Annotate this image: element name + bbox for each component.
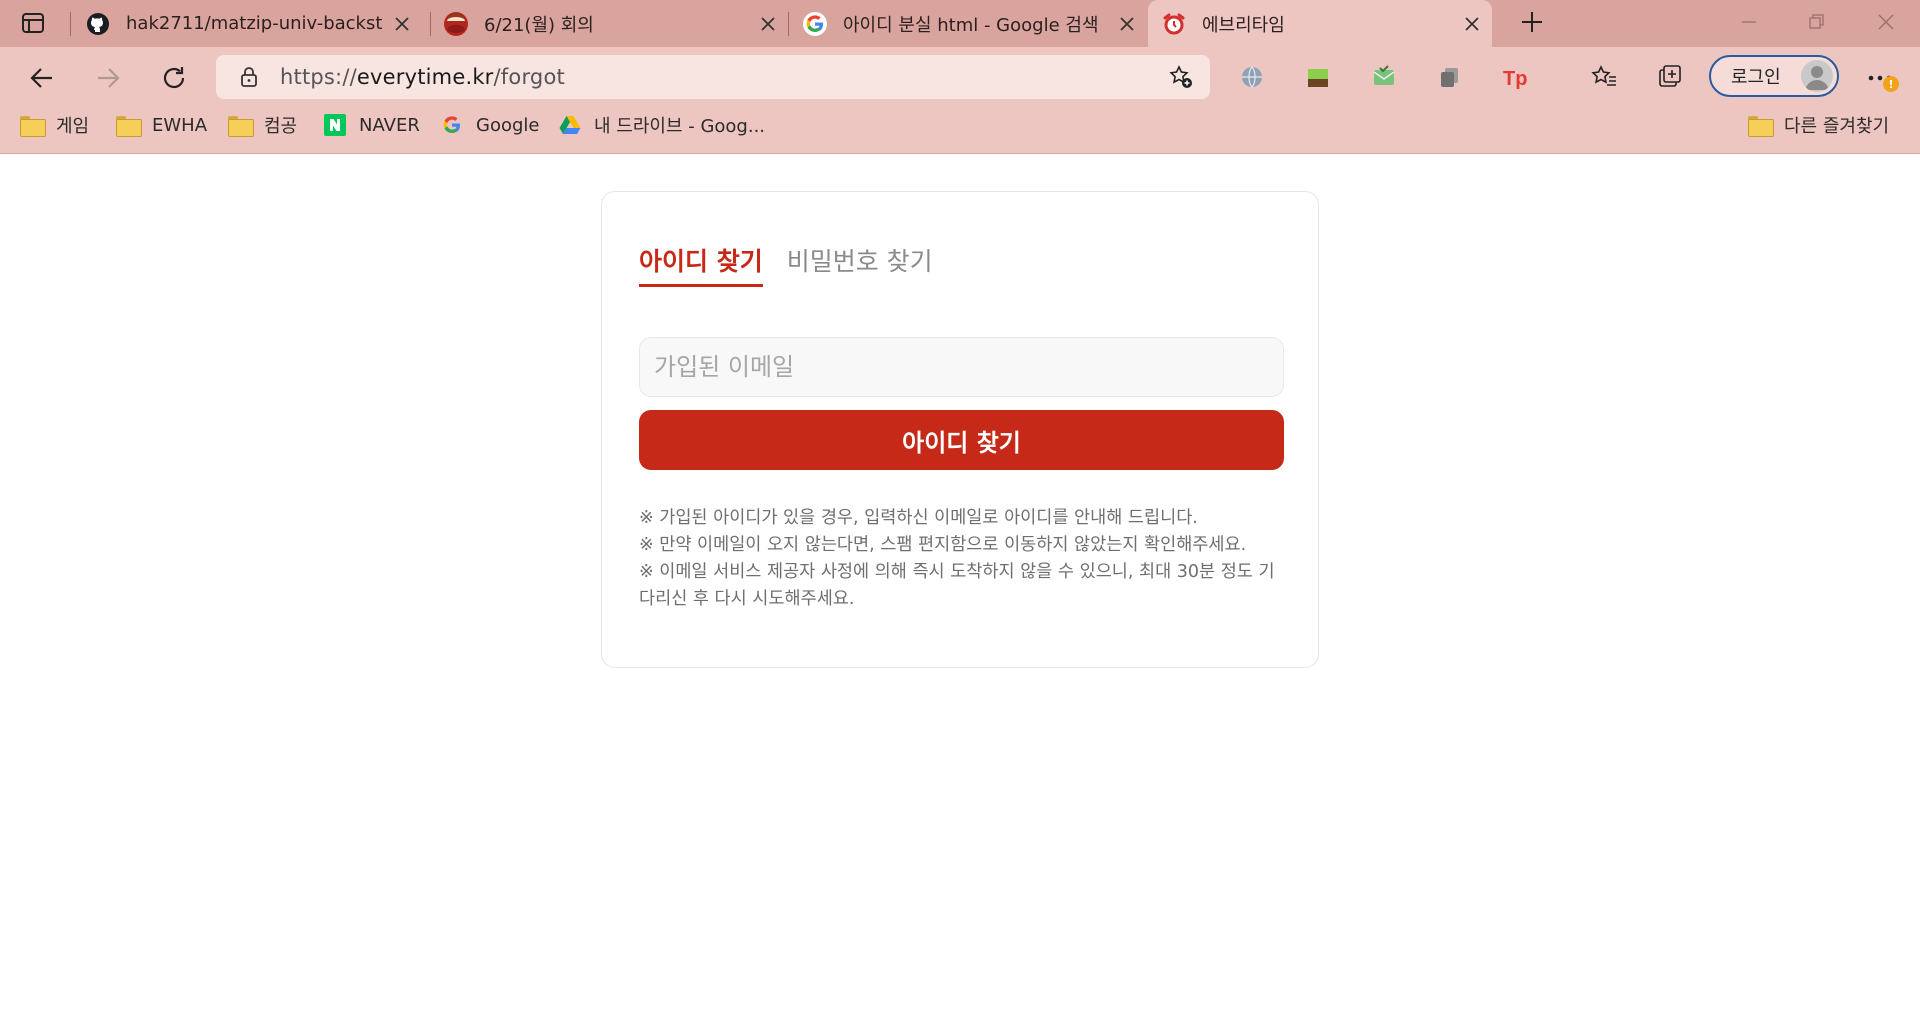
bookmark-label: EWHA xyxy=(152,114,208,136)
close-icon[interactable] xyxy=(758,14,778,34)
forgot-tabs: 아이디 찾기 비밀번호 찾기 xyxy=(639,242,957,287)
close-icon[interactable] xyxy=(1462,14,1482,34)
github-icon xyxy=(86,12,110,36)
bookmark-game[interactable]: 게임 xyxy=(20,112,89,138)
folder-icon xyxy=(1748,114,1774,137)
find-id-button[interactable]: 아이디 찾기 xyxy=(639,410,1284,470)
notice-text: ※ 가입된 아이디가 있을 경우, 입력하신 이메일로 아이디를 안내해 드립니… xyxy=(639,505,1289,613)
bookmark-google[interactable]: Google xyxy=(440,112,539,138)
notice-line: ※ 이메일 서비스 제공자 사정에 의해 즉시 도착하지 않을 수 있으니, 최… xyxy=(639,562,1275,609)
globe-extension-icon[interactable] xyxy=(1238,63,1266,91)
notice-line: ※ 가입된 아이디가 있을 경우, 입력하신 이메일로 아이디를 안내해 드립니… xyxy=(639,508,1198,528)
tab-actions-icon[interactable] xyxy=(18,11,50,37)
tab-meeting[interactable]: 6/21(월) 회의 xyxy=(444,0,778,47)
tab-title: 아이디 분실 html - Google 검색 xyxy=(843,14,1099,36)
bookmark-google-drive[interactable]: 내 드라이브 - Goog... xyxy=(558,112,765,138)
notification-badge: ! xyxy=(1883,76,1899,92)
close-window-icon[interactable] xyxy=(1871,10,1901,34)
google-icon xyxy=(803,11,827,36)
tab-title: 6/21(월) 회의 xyxy=(484,14,594,36)
add-favorite-icon[interactable] xyxy=(1168,64,1194,90)
other-bookmarks[interactable]: 다른 즐겨찾기 xyxy=(1748,112,1889,138)
forward-icon[interactable] xyxy=(90,60,126,96)
tab-find-id[interactable]: 아이디 찾기 xyxy=(639,242,763,287)
tab-title: hak2711/matzip-univ-backstudy xyxy=(126,13,382,34)
google-icon xyxy=(440,114,464,136)
tab-separator xyxy=(788,12,789,36)
tab-separator xyxy=(430,12,431,36)
tab-github[interactable]: hak2711/matzip-univ-backstudy xyxy=(86,0,420,47)
new-tab-icon[interactable] xyxy=(1517,10,1547,34)
mail-check-extension-icon[interactable] xyxy=(1370,63,1398,91)
tab-find-password[interactable]: 비밀번호 찾기 xyxy=(787,242,933,287)
minimize-icon[interactable] xyxy=(1734,10,1764,34)
bookmark-label: 게임 xyxy=(56,116,90,137)
favorites-icon[interactable] xyxy=(1590,63,1618,91)
bookmark-ewha[interactable]: EWHA xyxy=(116,112,207,138)
profile-label: 로그인 xyxy=(1731,67,1781,88)
naver-icon xyxy=(323,114,347,136)
bookmark-label: 컴공 xyxy=(264,116,298,137)
email-field[interactable] xyxy=(639,337,1284,397)
bookmark-naver[interactable]: NAVER xyxy=(323,112,420,138)
collections-icon[interactable] xyxy=(1656,63,1684,91)
bookmark-label: NAVER xyxy=(359,114,420,136)
tab-title: 에브리타임 xyxy=(1202,14,1285,36)
lock-icon[interactable] xyxy=(238,65,260,89)
tab-strip: hak2711/matzip-univ-backstudy 6/21(월) 회의… xyxy=(0,0,1920,47)
svg-text:Tp: Tp xyxy=(1503,68,1527,90)
copy-extension-icon[interactable] xyxy=(1436,63,1464,91)
other-bookmarks-label: 다른 즐겨찾기 xyxy=(1784,116,1890,137)
tab-separator xyxy=(70,12,71,36)
folder-icon xyxy=(20,114,46,137)
google-drive-icon xyxy=(558,114,582,136)
forgot-id-card: 아이디 찾기 비밀번호 찾기 아이디 찾기 ※ 가입된 아이디가 있을 경우, … xyxy=(601,191,1319,668)
bookmark-label: 내 드라이브 - Goog... xyxy=(594,116,766,137)
everytime-alarm-icon xyxy=(1162,12,1186,36)
notice-line: ※ 만약 이메일이 오지 않는다면, 스팸 편지함으로 이동하지 않았는지 확인… xyxy=(639,535,1247,555)
drum-icon xyxy=(444,11,468,36)
avatar xyxy=(1801,60,1833,92)
profile-button[interactable]: 로그인 xyxy=(1709,55,1839,97)
tab-everytime[interactable]: 에브리타임 xyxy=(1148,0,1492,47)
address-bar[interactable]: https://everytime.kr/forgot xyxy=(216,55,1210,99)
tab-google-search[interactable]: 아이디 분실 html - Google 검색 xyxy=(803,0,1137,47)
plant-extension-icon[interactable] xyxy=(1304,63,1332,91)
back-icon[interactable] xyxy=(24,60,60,96)
bookmark-cse[interactable]: 컴공 xyxy=(228,112,297,138)
refresh-icon[interactable] xyxy=(156,60,192,96)
url-text: https://everytime.kr/forgot xyxy=(280,65,565,89)
url-path: /forgot xyxy=(493,65,565,89)
folder-icon xyxy=(116,114,142,137)
bookmark-label: Google xyxy=(476,114,540,136)
close-icon[interactable] xyxy=(1117,14,1137,34)
folder-icon xyxy=(228,114,254,137)
tp-extension-icon[interactable]: Tp xyxy=(1502,63,1530,91)
url-host: everytime.kr xyxy=(356,65,494,89)
restore-icon[interactable] xyxy=(1802,10,1832,34)
browser-chrome: hak2711/matzip-univ-backstudy 6/21(월) 회의… xyxy=(0,0,1920,154)
close-icon[interactable] xyxy=(392,14,412,34)
url-scheme: https:// xyxy=(280,65,357,89)
